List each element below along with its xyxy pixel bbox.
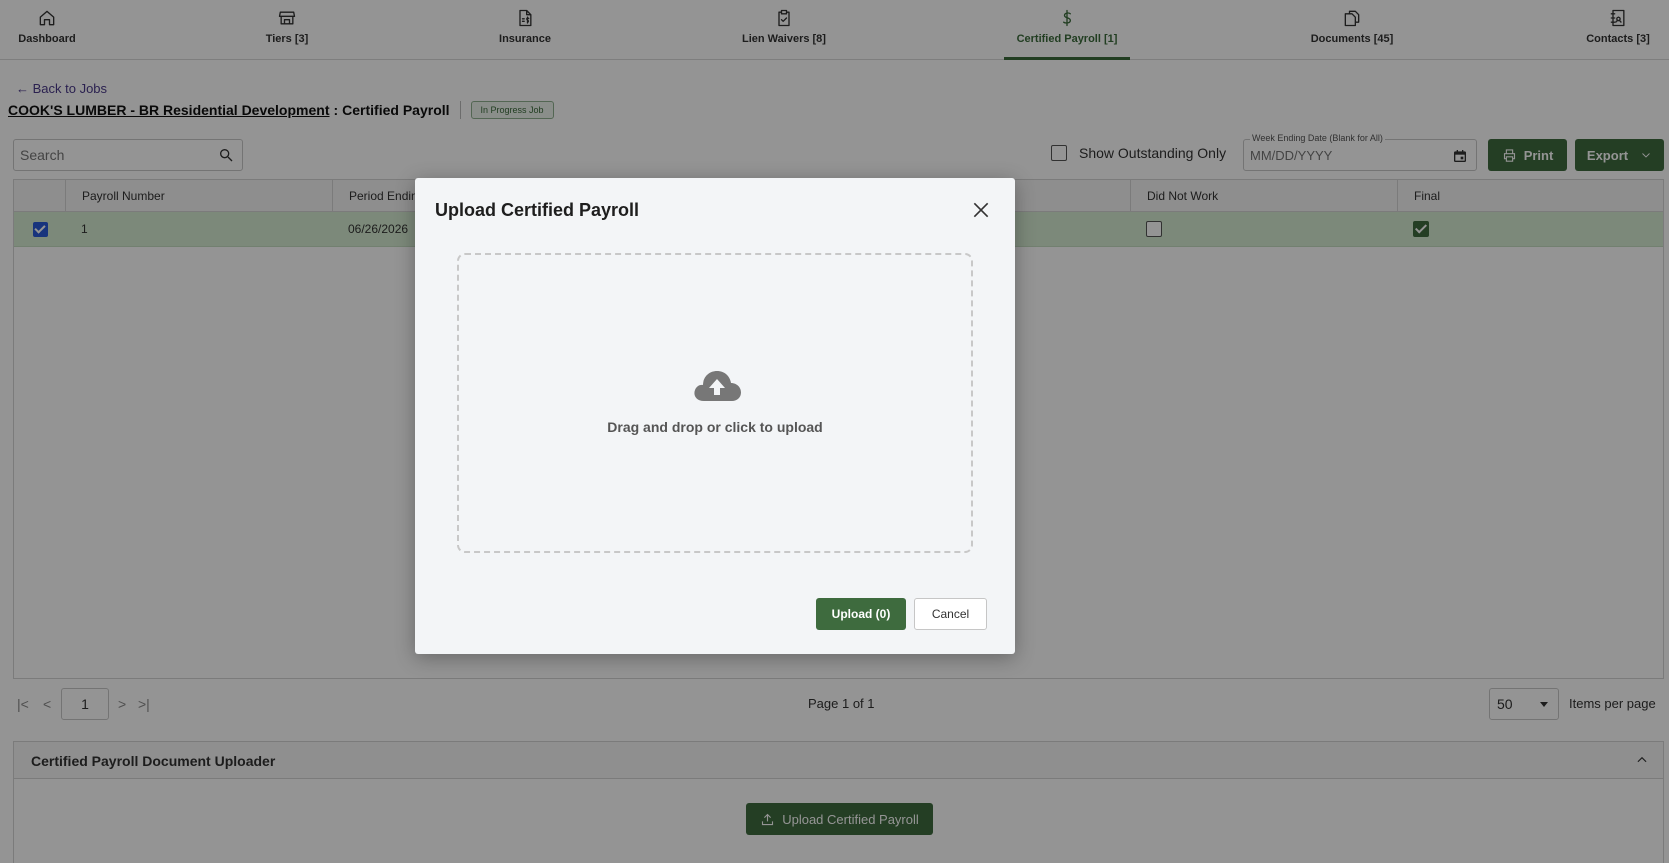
close-icon[interactable] (971, 200, 991, 220)
cancel-button[interactable]: Cancel (914, 598, 987, 630)
dropzone-text: Drag and drop or click to upload (607, 419, 823, 435)
upload-button[interactable]: Upload (0) (816, 598, 906, 630)
modal-title: Upload Certified Payroll (435, 200, 640, 220)
cloud-upload-icon (694, 371, 741, 401)
upload-modal: Upload Certified Payroll Drag and drop o… (415, 178, 1015, 654)
file-dropzone[interactable]: Drag and drop or click to upload (457, 253, 973, 553)
